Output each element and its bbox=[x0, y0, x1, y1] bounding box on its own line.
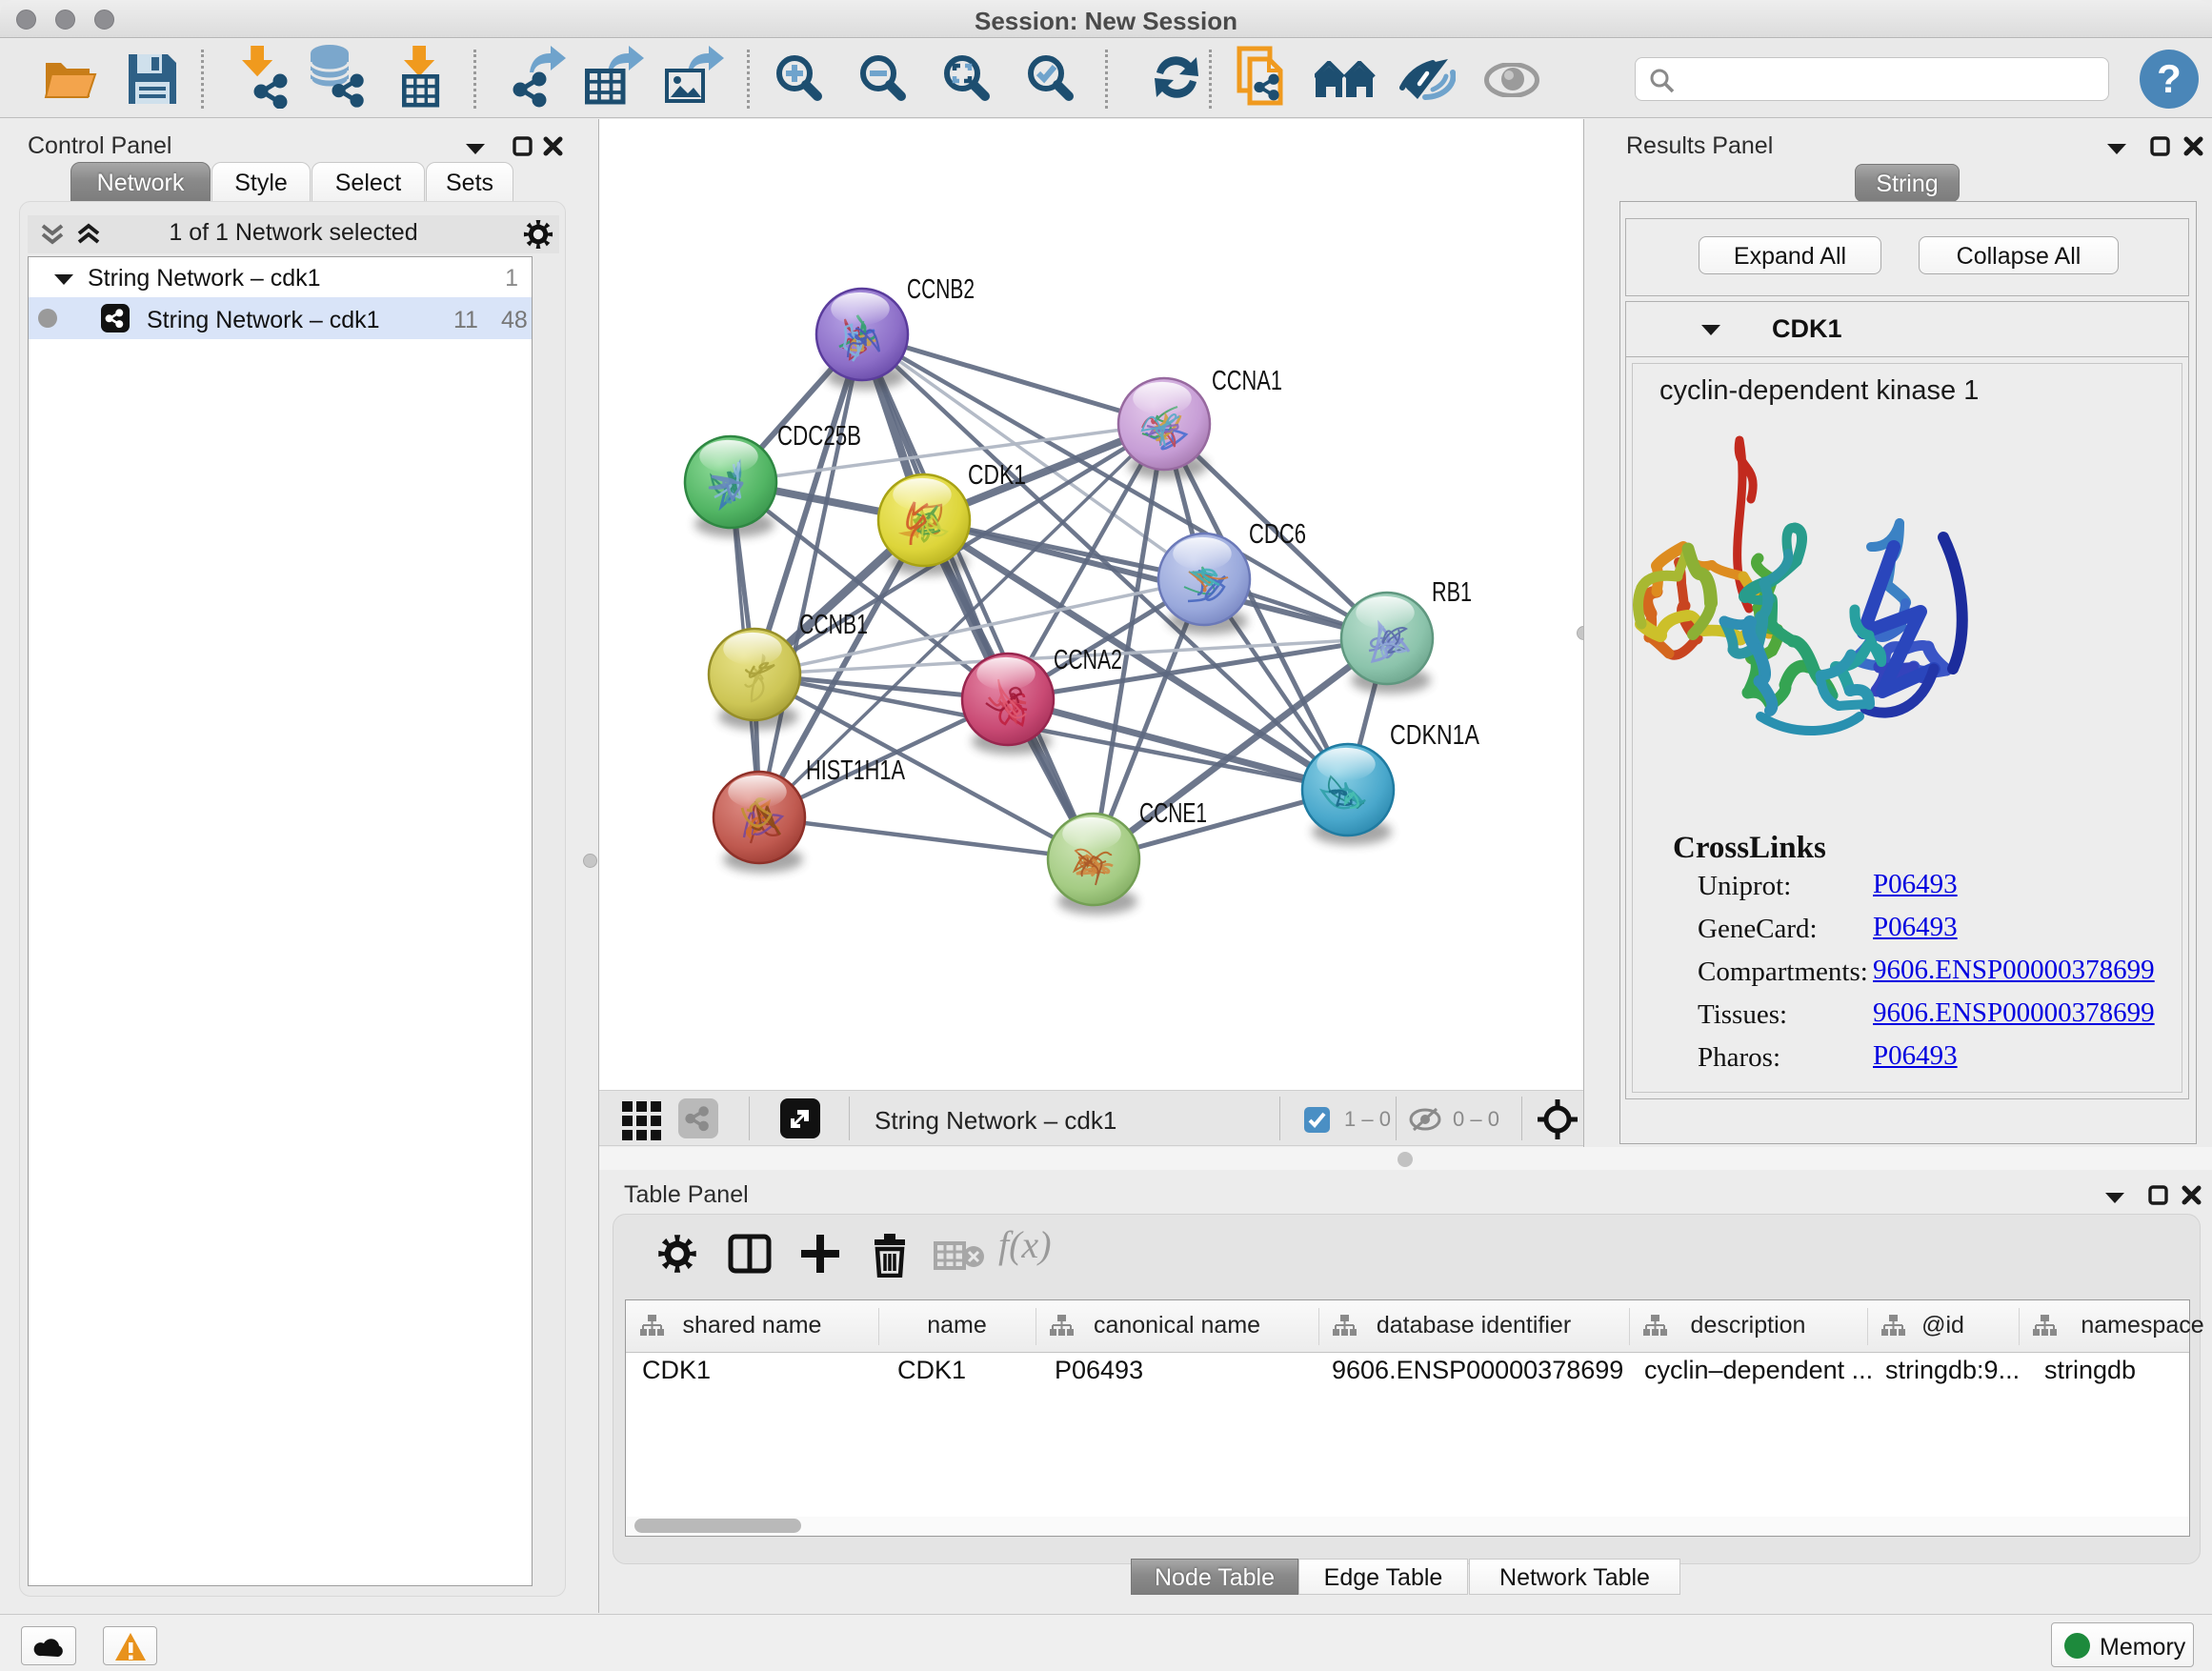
svg-text:CDKN1A: CDKN1A bbox=[1390, 720, 1480, 751]
svg-text:CCNA1: CCNA1 bbox=[1212, 366, 1282, 396]
svg-text:HIST1H1A: HIST1H1A bbox=[806, 755, 905, 786]
svg-text:CDC6: CDC6 bbox=[1249, 519, 1306, 550]
svg-text:RB1: RB1 bbox=[1432, 577, 1472, 608]
svg-text:CCNB2: CCNB2 bbox=[907, 274, 975, 305]
svg-text:CCNE1: CCNE1 bbox=[1139, 798, 1207, 829]
svg-text:CDK1: CDK1 bbox=[968, 460, 1026, 491]
svg-text:CCNA2: CCNA2 bbox=[1054, 645, 1122, 675]
svg-text:CCNB1: CCNB1 bbox=[799, 610, 868, 640]
svg-text:CDC25B: CDC25B bbox=[777, 421, 861, 452]
